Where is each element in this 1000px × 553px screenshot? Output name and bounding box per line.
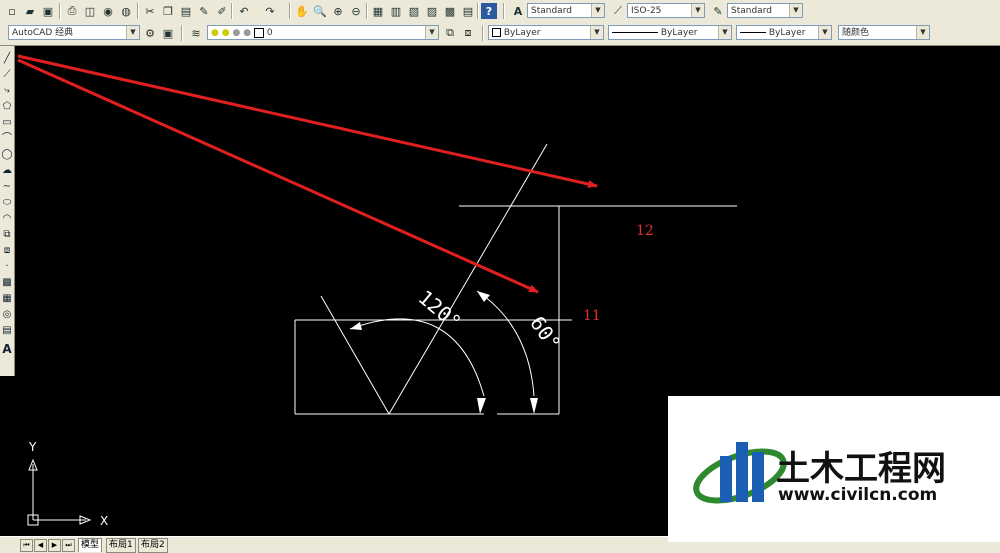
layer-select[interactable]: ● ● ● ● 0 ▼ bbox=[207, 25, 439, 40]
make-block-icon[interactable]: ⧈ bbox=[0, 244, 14, 258]
logo-graphic: 土木工程网 www.civilcn.com bbox=[693, 442, 946, 505]
copy-icon[interactable]: ❐ bbox=[160, 3, 176, 19]
save-icon[interactable]: ▣ bbox=[40, 3, 56, 19]
dim-style-select[interactable]: ISO-25 ▼ bbox=[627, 3, 705, 18]
angle-60-label: 60° bbox=[525, 312, 565, 355]
new-file-icon[interactable]: ▫ bbox=[4, 3, 20, 19]
last-tab-button[interactable]: ⏭ bbox=[62, 539, 75, 552]
print-icon[interactable]: ⎙ bbox=[64, 3, 80, 19]
annotation-arrows bbox=[17, 54, 598, 294]
globe-icon[interactable]: ◍ bbox=[118, 3, 134, 19]
design-center-icon[interactable]: ▥ bbox=[388, 3, 404, 19]
linetype-preview bbox=[612, 32, 658, 33]
gradient-icon[interactable]: ▦ bbox=[0, 292, 14, 306]
tab-layout2[interactable]: 布局2 bbox=[138, 538, 168, 553]
ellipse-icon[interactable]: ⬭ bbox=[0, 196, 14, 210]
tab-layout1[interactable]: 布局1 bbox=[106, 538, 136, 553]
point-icon[interactable]: · bbox=[0, 260, 14, 274]
text-style-select[interactable]: Standard ▼ bbox=[527, 3, 605, 18]
dim-arc-120 bbox=[349, 318, 485, 397]
workspace-save-icon[interactable]: ▣ bbox=[160, 25, 176, 41]
undo-icon[interactable]: ↶ bbox=[236, 3, 252, 19]
first-tab-button[interactable]: ⏮ bbox=[20, 539, 33, 552]
plot-icon: ● bbox=[243, 28, 252, 38]
layer-color-swatch bbox=[253, 27, 264, 38]
workspace-select[interactable]: AutoCAD 经典 ▼ bbox=[8, 25, 140, 40]
line-icon[interactable]: ╱ bbox=[0, 52, 14, 66]
help-icon[interactable]: ? bbox=[481, 3, 497, 19]
layer-manager-icon[interactable]: ≋ bbox=[188, 25, 204, 41]
draw-toolbar: ╱ ⟋ ⤷ ⬠ ▭ ⌒ ◯ ☁ ∼ ⬭ ◠ ⧉ ⧈ · ▩ ▦ ◎ ▤ A bbox=[0, 46, 15, 376]
paste-icon[interactable]: ▤ bbox=[178, 3, 194, 19]
sun-icon: ● bbox=[221, 28, 230, 38]
table-style-icon[interactable]: ✎ bbox=[710, 3, 726, 19]
dim-style-icon[interactable]: ⟋ bbox=[610, 3, 626, 19]
label-12: 12 bbox=[636, 223, 654, 239]
layers-toolbar: AutoCAD 经典 ▼ ⚙ ▣ ≋ ● ● ● ● 0 ▼ ⧉ ⧈ ByLayer… bbox=[0, 22, 1000, 46]
region-icon[interactable]: ◎ bbox=[0, 308, 14, 322]
spline-icon[interactable]: ∼ bbox=[0, 180, 14, 194]
drawing-geometry bbox=[294, 143, 737, 415]
ellipse-arc-icon[interactable]: ◠ bbox=[0, 212, 14, 226]
multiline-text-icon[interactable]: A bbox=[0, 342, 14, 356]
properties-icon[interactable]: ▦ bbox=[370, 3, 386, 19]
zoom-previous-icon[interactable]: ⊖ bbox=[348, 3, 364, 19]
circle-icon[interactable]: ◯ bbox=[0, 148, 14, 162]
color-select[interactable]: ByLayer ▼ bbox=[488, 25, 604, 40]
lineweight-preview bbox=[740, 32, 766, 33]
lineweight-select[interactable]: ByLayer ▼ bbox=[736, 25, 832, 40]
block-editor-icon[interactable]: ✐ bbox=[214, 3, 230, 19]
ucs-icon bbox=[27, 458, 92, 526]
markup-icon[interactable]: ▩ bbox=[442, 3, 458, 19]
tab-model[interactable]: 模型 bbox=[78, 538, 103, 552]
zoom-realtime-icon[interactable]: 🔍 bbox=[312, 3, 328, 19]
cut-icon[interactable]: ✂ bbox=[142, 3, 158, 19]
label-11: 11 bbox=[583, 308, 601, 324]
arc-icon[interactable]: ⌒ bbox=[0, 132, 14, 146]
standard-toolbar: ▫ ▰ ▣ ⎙ ◫ ◉ ◍ ✂ ❐ ▤ ✎ ✐ ↶ ↷ ✋ 🔍 ⊕ ⊖ ▦ ▥ … bbox=[0, 0, 1000, 23]
polyline-icon[interactable]: ⤷ bbox=[0, 84, 14, 98]
sheet-set-icon[interactable]: ▨ bbox=[424, 3, 440, 19]
angled-line bbox=[388, 143, 548, 415]
insert-block-icon[interactable]: ⧉ bbox=[0, 228, 14, 242]
angled-line-left bbox=[320, 295, 390, 415]
arrow-to-line-12 bbox=[17, 54, 598, 188]
arrow-to-line-11 bbox=[17, 58, 539, 294]
construction-line-icon[interactable]: ⟋ bbox=[0, 68, 14, 82]
linetype-select[interactable]: ByLayer ▼ bbox=[608, 25, 732, 40]
layer-previous-icon[interactable]: ⧈ bbox=[460, 25, 476, 41]
table-icon[interactable]: ▤ bbox=[0, 324, 14, 338]
plotstyle-select[interactable]: 随颜色 ▼ bbox=[838, 25, 930, 40]
lock-icon: ● bbox=[232, 28, 241, 38]
hatch-icon[interactable]: ▩ bbox=[0, 276, 14, 290]
dim-arc-60 bbox=[476, 290, 535, 397]
make-object-layer-current-icon[interactable]: ⧉ bbox=[442, 25, 458, 41]
calculator-icon[interactable]: ▤ bbox=[460, 3, 476, 19]
rectangle-icon[interactable]: ▭ bbox=[0, 116, 14, 130]
match-properties-icon[interactable]: ✎ bbox=[196, 3, 212, 19]
text-style-icon[interactable]: A bbox=[510, 3, 526, 19]
print-preview-icon[interactable]: ◫ bbox=[82, 3, 98, 19]
next-tab-button[interactable]: ▶ bbox=[48, 539, 61, 552]
watermark-logo: 土木工程网 www.civilcn.com bbox=[668, 396, 1000, 542]
lightbulb-icon: ● bbox=[211, 28, 219, 38]
zoom-window-icon[interactable]: ⊕ bbox=[330, 3, 346, 19]
workspace-settings-icon[interactable]: ⚙ bbox=[142, 25, 158, 41]
watermark-url: www.civilcn.com bbox=[778, 485, 937, 505]
publish-icon[interactable]: ◉ bbox=[100, 3, 116, 19]
redo-icon[interactable]: ↷ bbox=[262, 3, 278, 19]
prev-tab-button[interactable]: ◀ bbox=[34, 539, 47, 552]
polygon-icon[interactable]: ⬠ bbox=[0, 100, 14, 114]
watermark-title: 土木工程网 bbox=[776, 449, 946, 489]
tool-palettes-icon[interactable]: ▧ bbox=[406, 3, 422, 19]
revision-cloud-icon[interactable]: ☁ bbox=[0, 164, 14, 178]
table-style-select[interactable]: Standard ▼ bbox=[727, 3, 803, 18]
color-swatch bbox=[492, 28, 501, 37]
open-file-icon[interactable]: ▰ bbox=[22, 3, 38, 19]
pan-icon[interactable]: ✋ bbox=[294, 3, 310, 19]
ucs-x-label: X bbox=[100, 514, 108, 528]
ucs-y-label: Y bbox=[28, 440, 37, 454]
